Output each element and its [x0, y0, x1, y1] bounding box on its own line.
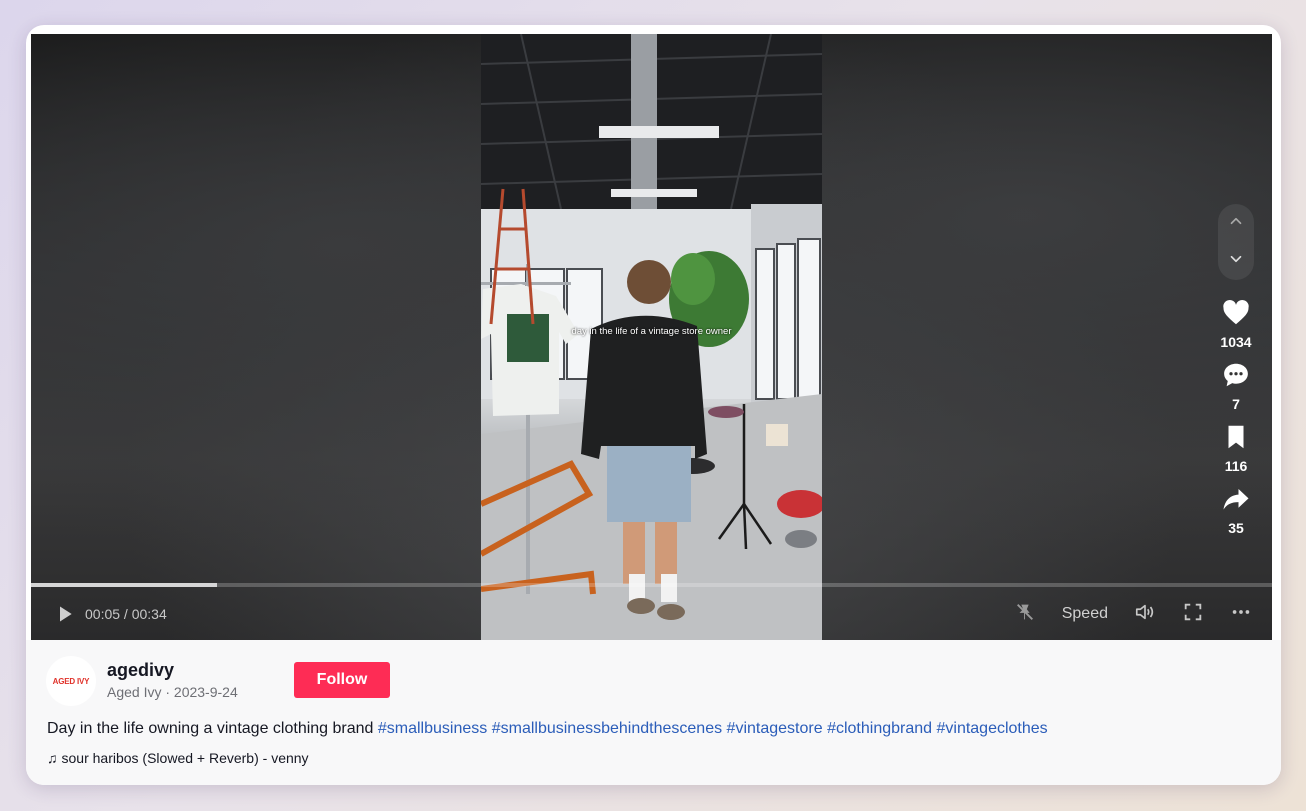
- more-options-button[interactable]: [1230, 601, 1252, 628]
- music-link[interactable]: ♫ sour haribos (Slowed + Reverb) - venny: [47, 750, 309, 766]
- comment-icon: [1224, 363, 1248, 387]
- video-description: Day in the life owning a vintage clothin…: [47, 720, 1048, 738]
- hashtag-link[interactable]: #vintageclothes: [936, 720, 1047, 737]
- share-arrow-icon: [1223, 489, 1249, 510]
- description-text: Day in the life owning a vintage clothin…: [47, 720, 378, 737]
- controls-right: Speed: [1014, 601, 1252, 628]
- heart-icon: [1223, 299, 1249, 325]
- next-video-button[interactable]: [1227, 250, 1245, 273]
- fullscreen-icon: [1184, 603, 1202, 620]
- share-count: 35: [1228, 520, 1244, 536]
- more-horizontal-icon: [1232, 609, 1250, 614]
- chevron-up-icon: [1230, 217, 1242, 224]
- video-player[interactable]: day in the life of a vintage store owner…: [31, 34, 1272, 640]
- video-card: day in the life of a vintage store owner…: [26, 25, 1281, 785]
- chevron-down-icon: [1230, 255, 1242, 262]
- play-button[interactable]: [53, 602, 77, 626]
- video-frame[interactable]: day in the life of a vintage store owner: [481, 34, 822, 640]
- like-count: 1034: [1220, 334, 1252, 350]
- save-count: 116: [1224, 458, 1248, 474]
- speed-button[interactable]: Speed: [1062, 605, 1108, 623]
- avatar-logo: AGED IVY: [52, 676, 90, 686]
- hashtag-link[interactable]: #vintagestore: [727, 720, 823, 737]
- hashtag-link[interactable]: #smallbusinessbehindthescenes: [492, 720, 722, 737]
- play-icon: [60, 606, 72, 622]
- fullscreen-button[interactable]: [1182, 601, 1204, 628]
- share-action[interactable]: 35: [1221, 484, 1251, 536]
- follow-button[interactable]: Follow: [294, 662, 390, 698]
- video-caption: day in the life of a vintage store owner: [571, 326, 732, 337]
- like-action[interactable]: 1034: [1220, 298, 1252, 350]
- save-action[interactable]: 116: [1221, 422, 1251, 474]
- music-label: sour haribos (Slowed + Reverb) - venny: [61, 750, 309, 766]
- player-controls: 00:05 / 00:34 Speed: [31, 589, 1272, 639]
- author-avatar[interactable]: AGED IVY: [46, 656, 96, 706]
- comment-count: 7: [1232, 396, 1240, 412]
- music-note-icon: ♫: [47, 750, 58, 766]
- hashtag-link[interactable]: #clothingbrand: [827, 720, 932, 737]
- floating-player-button[interactable]: [1014, 601, 1036, 628]
- side-actions: 1034 7 116 35: [1200, 204, 1272, 546]
- progress-fill: [31, 583, 218, 587]
- volume-button[interactable]: [1134, 601, 1156, 628]
- store-scene: [481, 34, 822, 640]
- pin-off-icon: [1016, 603, 1033, 620]
- comment-action[interactable]: 7: [1221, 360, 1251, 412]
- video-info: AGED IVY agedivy Aged Ivy · 2023-9-24 Fo…: [26, 640, 1281, 785]
- progress-bar[interactable]: [31, 583, 1272, 587]
- bookmark-icon: [1228, 425, 1244, 449]
- previous-video-button[interactable]: [1227, 212, 1245, 235]
- video-nav: [1218, 204, 1254, 280]
- hashtag-link[interactable]: #smallbusiness: [378, 720, 487, 737]
- author-username[interactable]: agedivy: [107, 660, 174, 681]
- author-subtitle: Aged Ivy · 2023-9-24: [107, 684, 238, 700]
- volume-icon: [1135, 604, 1154, 619]
- time-display: 00:05 / 00:34: [85, 606, 167, 622]
